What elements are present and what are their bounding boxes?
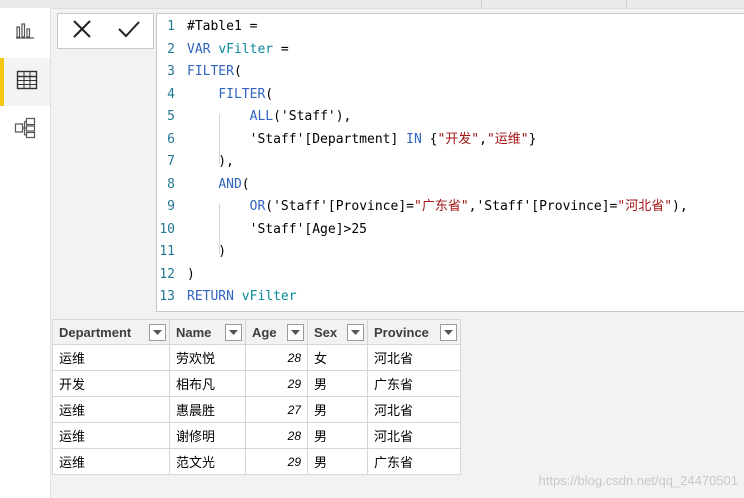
code-text: ): [187, 244, 227, 259]
line-number: 11: [159, 244, 175, 259]
table-header-row: Department Name Age Sex Province: [52, 319, 461, 345]
cell-name[interactable]: 劳欢悦: [169, 344, 246, 371]
nav-data-view[interactable]: [0, 58, 50, 106]
code-text: ALL('Staff'),: [249, 109, 352, 124]
code-text: RETURN vFilter: [187, 289, 297, 304]
code-text: ),: [187, 154, 234, 169]
cell-department[interactable]: 开发: [52, 370, 170, 397]
cell-province[interactable]: 河北省: [367, 422, 461, 449]
filter-dropdown-icon[interactable]: [225, 324, 242, 341]
cell-province[interactable]: 河北省: [367, 344, 461, 371]
cell-sex[interactable]: 男: [307, 370, 368, 397]
table-row[interactable]: 运维 谢修明 28 男 河北省: [52, 422, 461, 449]
cell-province[interactable]: 广东省: [367, 448, 461, 475]
top-strip: [0, 0, 744, 9]
code-line[interactable]: 3 FILTER(: [157, 61, 744, 83]
cell-age[interactable]: 29: [245, 370, 308, 397]
cell-name[interactable]: 谢修明: [169, 422, 246, 449]
code-line[interactable]: 10 'Staff'[Age]>25: [157, 219, 744, 241]
cell-department[interactable]: 运维: [52, 448, 170, 475]
cell-department[interactable]: 运维: [52, 422, 170, 449]
line-number: 13: [159, 289, 175, 304]
cell-sex[interactable]: 男: [307, 396, 368, 423]
code-line[interactable]: 9 OR('Staff'[Province]="广东省",'Staff'[Pro…: [157, 196, 744, 218]
code-text: FILTER(: [187, 64, 242, 79]
column-header-department[interactable]: Department: [52, 319, 170, 345]
cell-sex[interactable]: 女: [307, 344, 368, 371]
data-table: Department Name Age Sex Province 运维 劳欢悦 …: [52, 319, 461, 475]
filter-dropdown-icon[interactable]: [440, 324, 457, 341]
code-text: 'Staff'[Department] IN {"开发","运维"}: [187, 131, 537, 147]
line-number: 5: [167, 109, 175, 124]
table-grid-icon: [16, 70, 38, 94]
code-line[interactable]: 4 FILTER(: [157, 84, 744, 106]
nav-model-view[interactable]: [0, 106, 50, 154]
model-diagram-icon: [14, 117, 36, 143]
cell-age[interactable]: 29: [245, 448, 308, 475]
column-header-province[interactable]: Province: [367, 319, 461, 345]
code-line[interactable]: 2 VAR vFilter =: [157, 39, 744, 61]
cell-age[interactable]: 28: [245, 344, 308, 371]
cell-sex[interactable]: 男: [307, 422, 368, 449]
table-row[interactable]: 运维 劳欢悦 28 女 河北省: [52, 344, 461, 371]
code-line[interactable]: 8 AND(: [157, 174, 744, 196]
cell-province[interactable]: 河北省: [367, 396, 461, 423]
code-line[interactable]: 1 #Table1 =: [157, 16, 744, 38]
cancel-button[interactable]: [64, 17, 100, 45]
line-number: 12: [159, 266, 175, 282]
table-row[interactable]: 开发 相布凡 29 男 广东省: [52, 370, 461, 397]
line-number: 1: [167, 19, 175, 34]
cell-department[interactable]: 运维: [52, 396, 170, 423]
line-number: 9: [167, 199, 175, 214]
data-table-container: Department Name Age Sex Province 运维 劳欢悦 …: [52, 319, 461, 475]
bar-chart-icon: [15, 21, 35, 43]
cell-sex[interactable]: 男: [307, 448, 368, 475]
line-number: 2: [167, 41, 175, 57]
formula-editor[interactable]: 1 #Table1 = 2 VAR vFilter = 3 FILTER(4 FILTER…: [156, 13, 744, 312]
watermark: https://blog.csdn.net/qq_24470501: [538, 473, 739, 488]
filter-dropdown-icon[interactable]: [347, 324, 364, 341]
filter-dropdown-icon[interactable]: [287, 324, 304, 341]
cell-department[interactable]: 运维: [52, 344, 170, 371]
code-text: AND(: [218, 176, 250, 192]
commit-button[interactable]: [111, 17, 147, 45]
cell-age[interactable]: 28: [245, 422, 308, 449]
code-line[interactable]: 5 ALL('Staff'),: [157, 106, 744, 128]
line-number: 6: [167, 131, 175, 147]
code-line[interactable]: 13 RETURN vFilter: [157, 286, 744, 308]
left-nav: [0, 8, 51, 498]
line-number: 8: [167, 176, 175, 192]
line-number: 3: [167, 64, 175, 79]
code-text: FILTER(: [218, 86, 274, 102]
column-header-sex[interactable]: Sex: [307, 319, 368, 345]
cell-name[interactable]: 惠晨胜: [169, 396, 246, 423]
filter-dropdown-icon[interactable]: [149, 324, 166, 341]
close-x-icon: [71, 18, 93, 44]
code-text: OR('Staff'[Province]="广东省",'Staff'[Provi…: [249, 199, 688, 214]
formula-actions: [57, 13, 154, 49]
cell-age[interactable]: 27: [245, 396, 308, 423]
code-line[interactable]: 12): [157, 264, 744, 286]
line-number: 7: [167, 154, 175, 169]
code-line[interactable]: 11 ): [157, 241, 744, 263]
table-row[interactable]: 运维 范文光 29 男 广东省: [52, 448, 461, 475]
column-header-age[interactable]: Age: [245, 319, 308, 345]
line-number: 10: [159, 221, 175, 237]
nav-report-view[interactable]: [0, 8, 50, 56]
cell-name[interactable]: 范文光: [169, 448, 246, 475]
cell-name[interactable]: 相布凡: [169, 370, 246, 397]
code-text: ): [187, 266, 195, 282]
code-text: #Table1 =: [187, 19, 258, 34]
checkmark-icon: [117, 19, 141, 43]
code-text: 'Staff'[Age]>25: [187, 221, 368, 237]
cell-province[interactable]: 广东省: [367, 370, 461, 397]
code-text: VAR vFilter =: [187, 41, 289, 57]
table-row[interactable]: 运维 惠晨胜 27 男 河北省: [52, 396, 461, 423]
code-line[interactable]: 7 ),: [157, 151, 744, 173]
line-number: 4: [167, 86, 175, 102]
code-line[interactable]: 6 'Staff'[Department] IN {"开发","运维"}: [157, 129, 744, 151]
column-header-name[interactable]: Name: [169, 319, 246, 345]
